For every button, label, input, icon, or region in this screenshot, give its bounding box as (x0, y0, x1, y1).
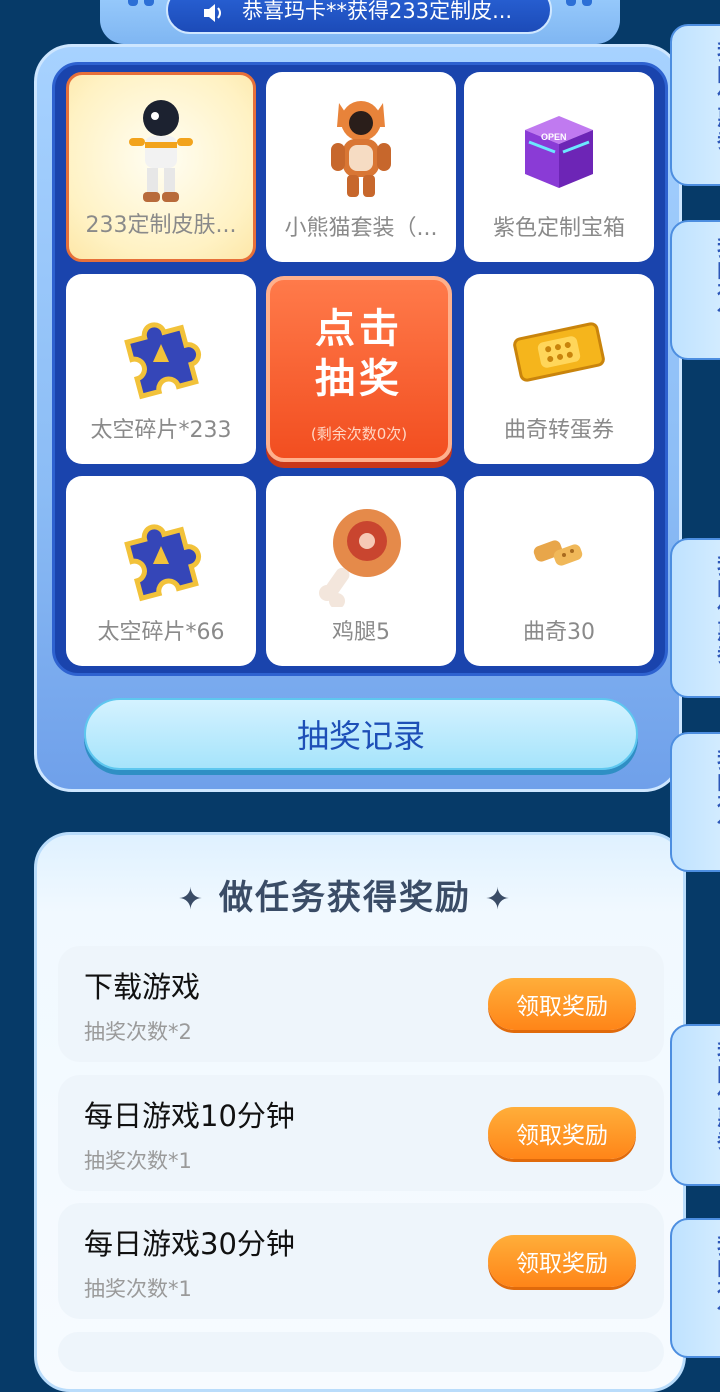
claim-reward-button[interactable]: 领取奖励 (488, 978, 636, 1030)
task-reward: 抽奖次数*1 (84, 1277, 192, 1301)
claim-reward-button[interactable]: 领取奖励 (488, 1107, 636, 1159)
prize-cell[interactable]: 太空碎片*233 (66, 274, 256, 464)
draw-button-label: 点击 抽奖 (315, 306, 403, 402)
prize-cell[interactable]: OPEN 紫色定制宝箱 (464, 72, 654, 262)
my-gifts-tab[interactable]: 我的礼包 (670, 220, 720, 360)
my-gifts-tab[interactable]: 我的礼包 (670, 1218, 720, 1358)
purple-chest-icon: OPEN (464, 90, 654, 210)
announcement-text: 恭喜玛卡**获得233定制皮... (242, 0, 513, 23)
task-item: 每日游戏10分钟 抽奖次数*1 领取奖励 (58, 1075, 664, 1191)
puzzle-piece-icon (66, 494, 256, 614)
remaining-draws-text: (剩余次数0次) (310, 425, 408, 443)
prize-cell[interactable]: 曲奇转蛋券 (464, 274, 654, 464)
prize-label: 曲奇转蛋券 (503, 418, 614, 443)
astronaut-skin-icon (69, 93, 253, 213)
task-item: 每日游戏30分钟 抽奖次数*1 领取奖励 (58, 1203, 664, 1319)
prize-label: 鸡腿5 (332, 620, 390, 645)
prize-cell[interactable]: 曲奇30 (464, 476, 654, 666)
sparkle-icon: ✦ (177, 882, 205, 917)
claim-reward-button[interactable]: 领取奖励 (488, 1235, 636, 1287)
task-item: 下载游戏 抽奖次数*2 领取奖励 (58, 946, 664, 1062)
sparkle-icon: ✦ (485, 882, 513, 917)
prize-cell[interactable]: 233定制皮肤... (66, 72, 256, 262)
red-panda-costume-icon (266, 90, 456, 210)
prize-label: 233定制皮肤... (85, 213, 237, 238)
task-reward: 抽奖次数*1 (84, 1149, 192, 1173)
my-coupons-tab[interactable]: 我的优惠券 (670, 1024, 720, 1186)
speaker-icon (204, 4, 221, 22)
task-reward: 抽奖次数*2 (84, 1020, 192, 1044)
prize-label: 太空碎片*233 (90, 418, 232, 443)
draw-record-button[interactable]: 抽奖记录 (84, 698, 638, 770)
prize-label: 曲奇30 (523, 620, 595, 645)
puzzle-piece-icon (66, 292, 256, 412)
frame-pillar (144, 0, 154, 6)
frame-pillar (582, 0, 592, 6)
prize-label: 小熊猫套装（... (284, 216, 438, 241)
task-name: 每日游戏30分钟 (84, 1227, 295, 1261)
task-item (58, 1332, 664, 1372)
task-panel-title: ✦ 做任务获得奖励 ✦ (177, 878, 513, 918)
my-gifts-tab[interactable]: 我的礼包 (670, 732, 720, 872)
drumstick-icon (266, 494, 456, 614)
prize-label: 太空碎片*66 (97, 620, 225, 645)
gold-ticket-icon (464, 292, 654, 412)
prize-cell[interactable]: 太空碎片*66 (66, 476, 256, 666)
task-name: 每日游戏10分钟 (84, 1099, 295, 1133)
my-coupons-tab[interactable]: 我的优惠券 (670, 538, 720, 698)
prize-cell[interactable]: 小熊猫套装（... (266, 72, 456, 262)
cookie-icon (464, 494, 654, 614)
prize-cell[interactable]: 鸡腿5 (266, 476, 456, 666)
announcement-bar: 恭喜玛卡**获得233定制皮... (166, 0, 552, 34)
my-coupons-tab[interactable]: 我的优惠券 (670, 24, 720, 186)
frame-pillar (128, 0, 138, 6)
chest-open-text: OPEN (541, 132, 567, 142)
task-name: 下载游戏 (84, 970, 201, 1004)
frame-pillar (566, 0, 576, 6)
prize-label: 紫色定制宝箱 (492, 216, 625, 241)
draw-button[interactable]: 点击 抽奖 (剩余次数0次) (266, 276, 452, 462)
